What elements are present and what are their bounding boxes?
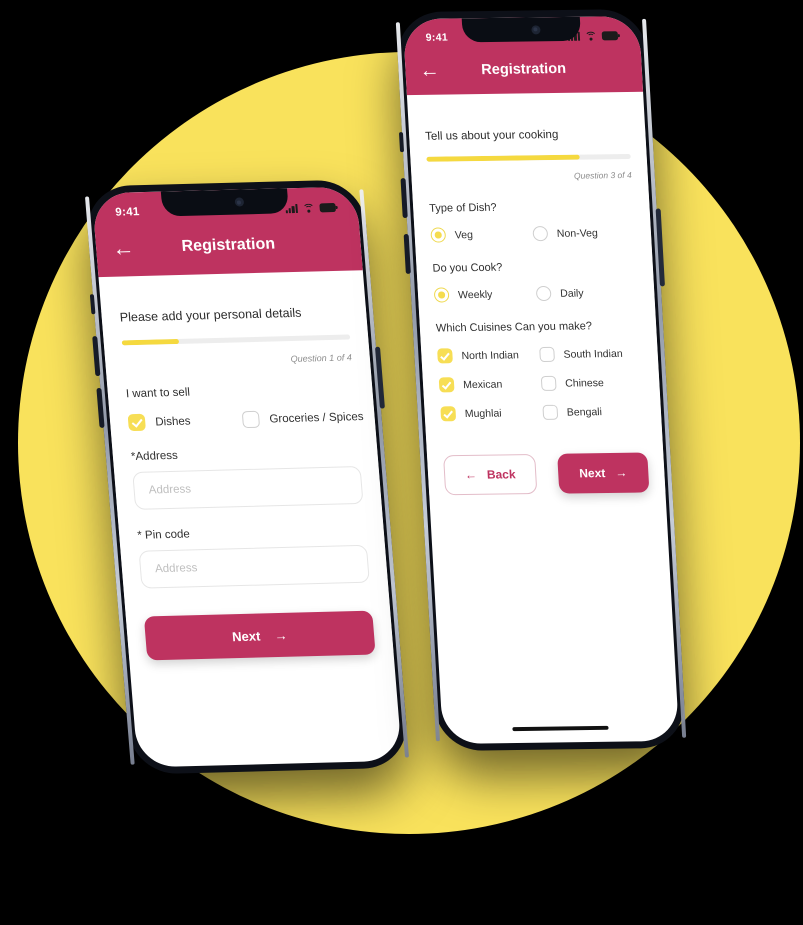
question-counter: Question 3 of 4	[573, 169, 632, 181]
next-button-label: Next	[231, 627, 261, 644]
option-label: Mexican	[462, 378, 503, 391]
option-label: Veg	[454, 228, 474, 241]
battery-icon	[601, 30, 619, 40]
option-label: North Indian	[461, 348, 520, 362]
progress-bar-fill	[426, 154, 580, 162]
arrow-right-icon: →	[614, 465, 628, 480]
checkbox-icon[interactable]	[542, 404, 559, 420]
option-north-indian[interactable]: North Indian	[437, 347, 540, 364]
option-label: Weekly	[457, 288, 493, 301]
progress-bar	[426, 153, 631, 162]
option-label: South Indian	[563, 347, 623, 361]
checkbox-icon[interactable]	[438, 377, 455, 393]
option-label: Non-Veg	[556, 226, 599, 240]
radio-icon[interactable]	[430, 227, 447, 243]
option-weekly[interactable]: Weekly	[433, 286, 537, 303]
back-button-label: Back	[486, 467, 516, 482]
option-bengali[interactable]: Bengali	[542, 404, 645, 420]
cuisine-row: Mexican Chinese	[438, 375, 644, 393]
sell-options-row: Dishes Groceries / Spices	[127, 408, 364, 432]
option-label: Daily	[559, 286, 584, 300]
address-input[interactable]: Address	[132, 466, 364, 510]
wifi-icon	[584, 30, 598, 44]
form-actions: ← Back Next →	[443, 452, 650, 496]
phone-notch	[160, 188, 289, 217]
status-icons	[285, 202, 336, 216]
next-button-label: Next	[578, 466, 606, 481]
front-camera-icon	[234, 197, 244, 207]
back-arrow-icon[interactable]: ←	[111, 235, 135, 261]
cuisine-options: North Indian South Indian Mexican Chines…	[437, 346, 645, 422]
option-south-indian[interactable]: South Indian	[539, 346, 642, 363]
cuisines-label: Which Cuisines Can you make?	[435, 320, 593, 335]
battery-icon	[319, 202, 336, 212]
dish-type-options-row: Veg Non-Veg	[430, 225, 635, 243]
option-mexican[interactable]: Mexican	[438, 376, 542, 393]
address-field-label: *Address	[130, 449, 179, 464]
option-label: Bengali	[566, 405, 603, 419]
option-daily[interactable]: Daily	[535, 285, 639, 302]
next-button[interactable]: Next →	[143, 610, 376, 661]
option-chinese[interactable]: Chinese	[540, 375, 644, 391]
phone-screen: 9:41 ← Registration	[91, 186, 403, 768]
radio-icon[interactable]	[535, 285, 552, 302]
checkbox-icon[interactable]	[540, 375, 557, 391]
checkbox-icon[interactable]	[440, 406, 457, 422]
back-button[interactable]: ← Back	[443, 454, 538, 496]
page-title: Registration	[480, 60, 567, 79]
option-label: Mughlai	[464, 407, 502, 420]
cook-frequency-label: Do you Cook?	[432, 261, 503, 275]
wifi-icon	[302, 203, 316, 216]
phone-screen: 9:41 ← Registration	[402, 15, 680, 745]
section-title: Please add your personal details	[119, 305, 302, 325]
question-counter: Question 1 of 4	[290, 352, 353, 364]
option-label: Dishes	[154, 415, 191, 428]
option-label: Chinese	[564, 376, 605, 390]
dish-type-label: Type of Dish?	[428, 201, 497, 215]
progress-bar	[121, 334, 351, 346]
section-title: Tell us about your cooking	[424, 128, 559, 143]
next-button[interactable]: Next →	[557, 452, 650, 494]
checkbox-icon[interactable]	[127, 413, 146, 432]
phone-notch	[461, 16, 582, 43]
phone-mockup-cooking-details: 9:41 ← Registration Tell us about your c…	[395, 8, 687, 752]
arrow-left-icon: ←	[464, 467, 478, 482]
signal-icon	[285, 203, 298, 213]
form-body: Tell us about your cooking Question 3 of…	[408, 127, 666, 496]
mockup-stage: 9:41 ← Registration Please add your pers…	[0, 0, 803, 925]
progress-bar-fill	[121, 338, 180, 346]
pincode-field-label: * Pin code	[136, 528, 191, 542]
option-veg[interactable]: Veg	[430, 226, 533, 243]
nav-bar: ← Registration	[404, 48, 642, 91]
status-time: 9:41	[425, 31, 449, 44]
option-groceries-spices[interactable]: Groceries / Spices	[241, 408, 364, 429]
page-title: Registration	[180, 235, 276, 255]
checkbox-icon[interactable]	[437, 348, 453, 364]
front-camera-icon	[530, 24, 541, 34]
pincode-input[interactable]: Address	[138, 544, 370, 589]
radio-icon[interactable]	[532, 226, 549, 242]
nav-bar: ← Registration	[94, 220, 362, 271]
cuisine-row: North Indian South Indian	[437, 346, 642, 364]
home-indicator	[512, 725, 609, 732]
option-label: Groceries / Spices	[268, 410, 364, 425]
sell-field-label: I want to sell	[125, 386, 191, 401]
option-mughlai[interactable]: Mughlai	[440, 405, 543, 422]
form-body: Please add your personal details Questio…	[101, 304, 394, 661]
checkbox-icon[interactable]	[241, 410, 261, 429]
phone-mockup-personal-details: 9:41 ← Registration Please add your pers…	[84, 179, 410, 775]
status-time: 9:41	[114, 206, 141, 219]
arrow-right-icon: →	[273, 627, 288, 643]
cook-frequency-options-row: Weekly Daily	[433, 285, 639, 303]
option-non-veg[interactable]: Non-Veg	[532, 225, 635, 242]
radio-icon[interactable]	[433, 287, 450, 303]
option-dishes[interactable]: Dishes	[127, 411, 243, 432]
back-arrow-icon[interactable]: ←	[419, 59, 440, 82]
checkbox-icon[interactable]	[539, 346, 556, 363]
cuisine-row: Mughlai Bengali	[440, 404, 645, 422]
